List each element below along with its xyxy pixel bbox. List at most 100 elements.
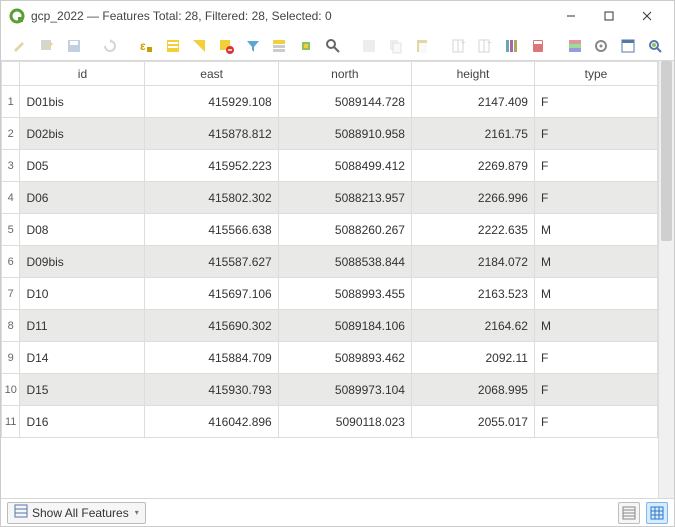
row-header[interactable]: 7 <box>2 278 20 310</box>
cell-type[interactable]: M <box>534 214 657 246</box>
cell-id[interactable]: D08 <box>20 214 145 246</box>
corner-cell[interactable] <box>2 62 20 86</box>
row-header[interactable]: 3 <box>2 150 20 182</box>
col-header-east[interactable]: east <box>145 62 278 86</box>
actions-button[interactable] <box>590 34 613 58</box>
filter-selection-button[interactable] <box>241 34 264 58</box>
scrollbar-thumb[interactable] <box>661 61 672 241</box>
cell-height[interactable]: 2055.017 <box>411 406 534 438</box>
table-row[interactable]: 9D14415884.7095089893.4622092.11F <box>2 342 658 374</box>
cell-height[interactable]: 2068.995 <box>411 374 534 406</box>
table-row[interactable]: 8D11415690.3025089184.1062164.62M <box>2 310 658 342</box>
cell-height[interactable]: 2222.635 <box>411 214 534 246</box>
cell-east[interactable]: 415690.302 <box>145 310 278 342</box>
zoom-to-selection-button[interactable] <box>295 34 318 58</box>
show-all-features-button[interactable]: Show All Features ▾ <box>7 502 146 524</box>
cell-id[interactable]: D09bis <box>20 246 145 278</box>
form-view-button[interactable] <box>618 502 640 524</box>
row-header[interactable]: 4 <box>2 182 20 214</box>
col-header-id[interactable]: id <box>20 62 145 86</box>
cell-type[interactable]: F <box>534 118 657 150</box>
minimize-button[interactable] <box>552 1 590 31</box>
cell-id[interactable]: D15 <box>20 374 145 406</box>
cell-north[interactable]: 5088213.957 <box>278 182 411 214</box>
cell-id[interactable]: D10 <box>20 278 145 310</box>
cell-north[interactable]: 5088993.455 <box>278 278 411 310</box>
cell-east[interactable]: 415884.709 <box>145 342 278 374</box>
copy-button[interactable] <box>384 34 407 58</box>
pan-to-selection-button[interactable] <box>321 34 344 58</box>
cell-height[interactable]: 2164.62 <box>411 310 534 342</box>
attribute-table[interactable]: id east north height type 1D01bis415929.… <box>1 61 658 438</box>
row-header[interactable]: 10 <box>2 374 20 406</box>
cell-east[interactable]: 415697.106 <box>145 278 278 310</box>
cell-east[interactable]: 415566.638 <box>145 214 278 246</box>
cell-north[interactable]: 5089184.106 <box>278 310 411 342</box>
table-row[interactable]: 1D01bis415929.1085089144.7282147.409F <box>2 86 658 118</box>
cell-north[interactable]: 5089973.104 <box>278 374 411 406</box>
col-header-north[interactable]: north <box>278 62 411 86</box>
cell-type[interactable]: F <box>534 406 657 438</box>
cell-type[interactable]: F <box>534 342 657 374</box>
select-all-button[interactable] <box>162 34 185 58</box>
cell-height[interactable]: 2266.996 <box>411 182 534 214</box>
invert-selection-button[interactable] <box>188 34 211 58</box>
select-by-expression-button[interactable]: ε <box>135 34 158 58</box>
cell-height[interactable]: 2092.11 <box>411 342 534 374</box>
cell-north[interactable]: 5090118.023 <box>278 406 411 438</box>
cell-north[interactable]: 5088538.844 <box>278 246 411 278</box>
cell-type[interactable]: F <box>534 374 657 406</box>
organize-columns-button[interactable] <box>501 34 524 58</box>
table-view-button[interactable] <box>646 502 668 524</box>
cell-north[interactable]: 5088910.958 <box>278 118 411 150</box>
cell-north[interactable]: 5089893.462 <box>278 342 411 374</box>
reload-button[interactable] <box>99 34 122 58</box>
field-calculator-button[interactable] <box>527 34 550 58</box>
cell-height[interactable]: 2163.523 <box>411 278 534 310</box>
cut-button[interactable] <box>358 34 381 58</box>
multi-edit-button[interactable] <box>36 34 59 58</box>
dock-button[interactable] <box>617 34 640 58</box>
row-header[interactable]: 5 <box>2 214 20 246</box>
zoom-full-button[interactable] <box>643 34 666 58</box>
cell-east[interactable]: 416042.896 <box>145 406 278 438</box>
row-header[interactable]: 8 <box>2 310 20 342</box>
delete-field-button[interactable]: − <box>474 34 497 58</box>
cell-id[interactable]: D01bis <box>20 86 145 118</box>
close-button[interactable] <box>628 1 666 31</box>
cell-type[interactable]: M <box>534 246 657 278</box>
table-row[interactable]: 6D09bis415587.6275088538.8442184.072M <box>2 246 658 278</box>
move-selection-to-top-button[interactable] <box>268 34 291 58</box>
cell-type[interactable]: F <box>534 86 657 118</box>
row-header[interactable]: 11 <box>2 406 20 438</box>
cell-id[interactable]: D02bis <box>20 118 145 150</box>
row-header[interactable]: 2 <box>2 118 20 150</box>
cell-type[interactable]: M <box>534 310 657 342</box>
save-edits-button[interactable] <box>62 34 85 58</box>
cell-east[interactable]: 415878.812 <box>145 118 278 150</box>
col-header-height[interactable]: height <box>411 62 534 86</box>
row-header[interactable]: 6 <box>2 246 20 278</box>
table-row[interactable]: 3D05415952.2235088499.4122269.879F <box>2 150 658 182</box>
cell-type[interactable]: M <box>534 278 657 310</box>
col-header-type[interactable]: type <box>534 62 657 86</box>
new-field-button[interactable]: + <box>447 34 470 58</box>
cell-east[interactable]: 415929.108 <box>145 86 278 118</box>
cell-height[interactable]: 2184.072 <box>411 246 534 278</box>
cell-east[interactable]: 415930.793 <box>145 374 278 406</box>
table-row[interactable]: 2D02bis415878.8125088910.9582161.75F <box>2 118 658 150</box>
cell-north[interactable]: 5088260.267 <box>278 214 411 246</box>
table-row[interactable]: 5D08415566.6385088260.2672222.635M <box>2 214 658 246</box>
vertical-scrollbar[interactable] <box>658 61 674 498</box>
maximize-button[interactable] <box>590 1 628 31</box>
row-header[interactable]: 1 <box>2 86 20 118</box>
cell-id[interactable]: D11 <box>20 310 145 342</box>
toggle-editing-button[interactable] <box>9 34 32 58</box>
deselect-all-button[interactable] <box>215 34 238 58</box>
cell-north[interactable]: 5089144.728 <box>278 86 411 118</box>
row-header[interactable]: 9 <box>2 342 20 374</box>
table-row[interactable]: 7D10415697.1065088993.4552163.523M <box>2 278 658 310</box>
cell-east[interactable]: 415587.627 <box>145 246 278 278</box>
table-row[interactable]: 4D06415802.3025088213.9572266.996F <box>2 182 658 214</box>
conditional-formatting-button[interactable] <box>563 34 586 58</box>
